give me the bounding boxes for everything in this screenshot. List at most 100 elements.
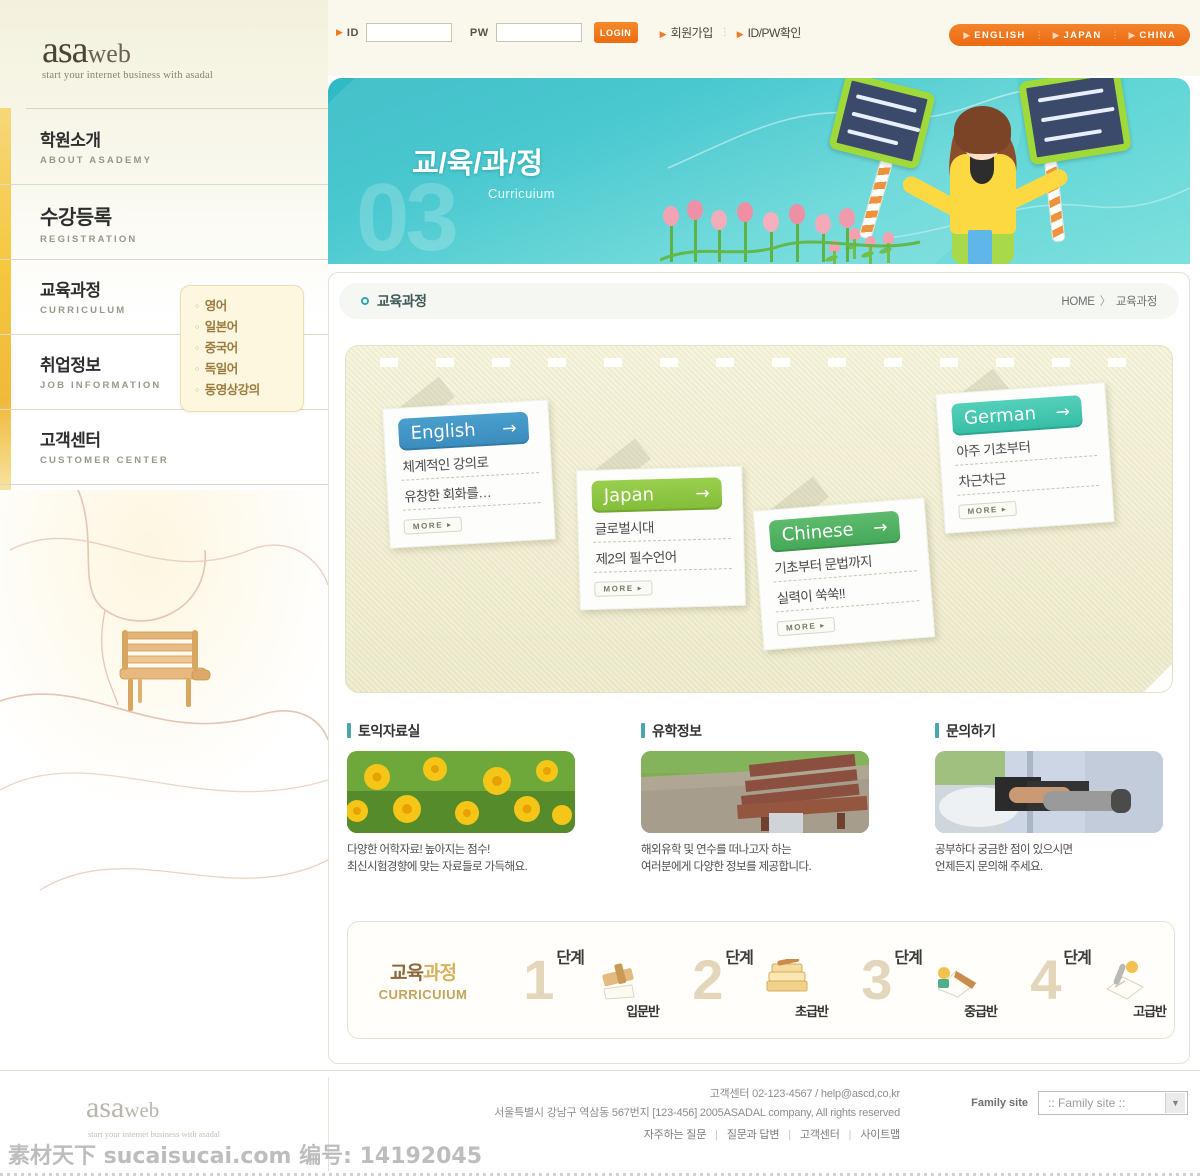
sidebar-item-sublabel: ABOUT ASADEMY bbox=[40, 155, 153, 166]
logo-text: asaweb bbox=[42, 28, 131, 72]
login-button[interactable]: LOGIN bbox=[593, 22, 638, 43]
course-card-english[interactable]: English → 체계적인 강의로 유창한 회화를… MORE ▸ bbox=[382, 399, 556, 549]
bullet-arrow-icon: ▶ bbox=[659, 28, 667, 39]
breadcrumb-separator: 〉 bbox=[1099, 296, 1112, 308]
step-item-3[interactable]: 3 단계 중급반 bbox=[836, 922, 1005, 1038]
steps-label-ko: 교육과정 bbox=[348, 958, 498, 985]
course-card-line1: 글로벌시대 bbox=[592, 509, 732, 543]
lang-china[interactable]: CHINA bbox=[1139, 30, 1176, 41]
course-card-german[interactable]: German → 아주 기초부터 차근차근 MORE ▸ bbox=[935, 382, 1115, 534]
logo-sub: web bbox=[87, 39, 131, 68]
footer: asaweb start your internet business with… bbox=[0, 1070, 1200, 1176]
page-fold-corner bbox=[1144, 664, 1172, 692]
language-bar: ▶ ENGLISH ⋮ ▶ JAPAN ⋮ ▶ CHINA bbox=[949, 24, 1190, 46]
course-card-line2: 제2의 필수언어 bbox=[593, 539, 732, 573]
family-site-label: Family site bbox=[971, 1097, 1028, 1109]
submenu-item-video[interactable]: 동영상강의 bbox=[195, 380, 303, 401]
signup-link-wrap[interactable]: ▶ 회원가입 bbox=[659, 24, 714, 42]
step-item-2[interactable]: 2 단계 초급반 bbox=[667, 922, 836, 1038]
footer-info: 고객센터 02-123-4567 / help@ascd,co,kr 서울특별시… bbox=[340, 1085, 900, 1145]
steps-label-en: CURRICUIUM bbox=[378, 987, 468, 1002]
signup-link[interactable]: 회원가입 bbox=[671, 26, 714, 40]
footer-link-customer[interactable]: 고객센터 bbox=[800, 1129, 840, 1141]
bullet-circle-icon bbox=[361, 297, 369, 305]
feature-text: 공부하다 궁금한 점이 있으시면 언제든지 문의해 주세요. bbox=[935, 842, 1175, 876]
feature-image-flowers[interactable] bbox=[347, 751, 575, 833]
site-logo[interactable]: asaweb start your internet business with… bbox=[0, 0, 328, 110]
footer-logo-sub: web bbox=[124, 1098, 160, 1122]
feature-image-bench[interactable] bbox=[641, 751, 869, 833]
feature-line1: 공부하다 궁금한 점이 있으시면 bbox=[935, 844, 1073, 856]
breadcrumb: HOME 〉 교육과정 bbox=[1061, 293, 1157, 309]
findid-link-wrap[interactable]: ▶ ID/PW확인 bbox=[736, 24, 802, 42]
sidebar-item-about[interactable]: 학원소개 ABOUT ASADEMY bbox=[0, 110, 328, 185]
bullet-arrow-icon: ▶ bbox=[963, 29, 971, 40]
family-site-area: Family site :: Family site :: ▼ bbox=[971, 1091, 1188, 1115]
course-card-label: English bbox=[410, 419, 477, 445]
login-form: ▶ ID PW LOGIN ▶ 회원가입 ⋮ ▶ ID/PW확인 bbox=[336, 22, 801, 43]
submenu-item-german[interactable]: 독일어 bbox=[195, 359, 303, 380]
step-icon-hammer bbox=[594, 959, 642, 1001]
feature-study-abroad[interactable]: 유학정보 해외유학 및 연수를 떠나고자 하는 여러분에게 다양한 정보를 제공… bbox=[641, 721, 881, 876]
step-number: 3 bbox=[861, 948, 893, 1011]
step-icon-books bbox=[763, 956, 811, 1001]
more-button[interactable]: MORE ▸ bbox=[958, 500, 1017, 520]
footer-link-separator: | bbox=[788, 1129, 791, 1141]
steps-label-ko-b: 과정 bbox=[423, 963, 457, 984]
feature-heading: 유학정보 bbox=[641, 721, 881, 741]
watermark: 素材天下 sucaisucai.com 编号: 14192045 bbox=[8, 1144, 483, 1169]
sidebar-item-registration[interactable]: 수강등록 REGISTRATION bbox=[0, 185, 328, 260]
step-number: 2 bbox=[692, 948, 724, 1011]
chevron-down-icon[interactable]: ▼ bbox=[1165, 1093, 1185, 1113]
feature-line1: 해외유학 및 연수를 떠나고자 하는 bbox=[641, 844, 792, 856]
course-card-chinese[interactable]: Chinese → 기초부터 문법까지 실력이 쑥쑥!! MORE ▸ bbox=[752, 497, 936, 651]
lang-japan[interactable]: JAPAN bbox=[1063, 30, 1101, 41]
sidebar-decoration bbox=[0, 490, 328, 920]
logo-tagline: start your internet business with asadal bbox=[42, 70, 214, 81]
course-card-board: English → 체계적인 강의로 유창한 회화를… MORE ▸ Japan… bbox=[345, 345, 1173, 693]
step-name: 초급반 bbox=[795, 1004, 829, 1019]
step-name: 고급반 bbox=[1133, 1004, 1167, 1019]
main-content: 교육과정 HOME 〉 교육과정 English → 체계적인 강의로 유창한 … bbox=[328, 272, 1190, 1064]
step-item-1[interactable]: 1 단계 입문반 bbox=[498, 922, 667, 1038]
sidebar-item-customer[interactable]: 고객센터 CUSTOMER CENTER bbox=[0, 410, 328, 485]
more-button[interactable]: MORE ▸ bbox=[403, 516, 463, 535]
step-icon-pen-paper bbox=[1101, 959, 1149, 1001]
id-input[interactable] bbox=[365, 23, 452, 42]
course-card-button[interactable]: Japan → bbox=[591, 477, 723, 513]
bullet-arrow-icon: ▶ bbox=[736, 28, 744, 39]
footer-link-sitemap[interactable]: 사이트맵 bbox=[860, 1129, 900, 1141]
feature-image-telescope[interactable] bbox=[935, 751, 1163, 833]
feature-heading: 토익자료실 bbox=[347, 721, 587, 741]
bullet-arrow-icon: ▶ bbox=[336, 27, 343, 37]
step-item-4[interactable]: 4 단계 고급반 bbox=[1005, 922, 1174, 1038]
step-number: 4 bbox=[1030, 948, 1062, 1011]
breadcrumb-home[interactable]: HOME bbox=[1061, 296, 1095, 308]
footer-link-faq[interactable]: 자주하는 질문 bbox=[644, 1129, 707, 1141]
banner-number: 03 bbox=[356, 164, 459, 265]
family-site-select[interactable]: :: Family site :: ▼ bbox=[1038, 1091, 1188, 1115]
course-card-label: German bbox=[963, 403, 1037, 430]
page-title-text: 교육과정 bbox=[377, 293, 427, 309]
arrow-right-icon: → bbox=[1054, 401, 1071, 423]
submenu-item-english[interactable]: 영어 bbox=[195, 296, 303, 317]
pw-input[interactable] bbox=[495, 23, 582, 42]
lang-english[interactable]: ENGLISH bbox=[974, 30, 1025, 41]
more-button[interactable]: MORE ▸ bbox=[776, 616, 836, 637]
topbar-separator: ⋮ bbox=[719, 27, 730, 38]
pw-label: PW bbox=[469, 26, 489, 39]
footer-link-separator: | bbox=[848, 1129, 852, 1141]
feature-inquiry[interactable]: 문의하기 공부하다 궁금한 점이 있으시면 언제든지 문의해 주세요. bbox=[935, 721, 1175, 876]
step-unit: 단계 bbox=[725, 950, 753, 967]
more-button[interactable]: MORE ▸ bbox=[594, 580, 653, 597]
signboard-right-icon bbox=[1018, 78, 1132, 166]
feature-toeic[interactable]: 토익자료실 다양한 어학자료! 높아지는 점수! 최신시험경향에 맞는 자료들로… bbox=[347, 721, 587, 876]
submenu-item-japanese[interactable]: 일본어 bbox=[195, 317, 303, 338]
page-title: 교육과정 bbox=[361, 291, 427, 311]
footer-contact: 고객센터 02-123-4567 / help@ascd,co,kr bbox=[709, 1088, 901, 1100]
step-unit: 단계 bbox=[894, 950, 922, 967]
footer-link-qna[interactable]: 질문과 답변 bbox=[727, 1129, 780, 1141]
submenu-item-chinese[interactable]: 중국어 bbox=[195, 338, 303, 359]
course-card-japan[interactable]: Japan → 글로벌시대 제2의 필수언어 MORE ▸ bbox=[576, 465, 746, 611]
findid-link[interactable]: ID/PW확인 bbox=[748, 26, 802, 40]
